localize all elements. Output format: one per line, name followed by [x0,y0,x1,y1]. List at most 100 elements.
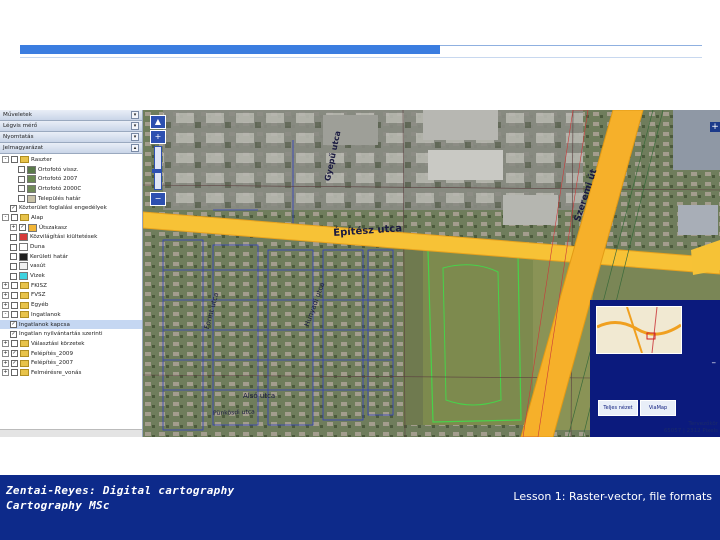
overview-toggle-button[interactable]: – [712,358,717,368]
layer-visibility-checkbox[interactable]: ✓ [10,204,17,212]
corner-expand-button[interactable]: + [710,122,720,132]
pan-up-button[interactable]: ▲ [150,115,166,129]
layer-tree-item[interactable]: vasút [0,262,142,272]
layer-tree-item[interactable]: - Ingatlanok [0,310,142,320]
collapse-icon[interactable]: ▾ [131,111,139,119]
layer-visibility-checkbox[interactable] [18,175,25,183]
layer-visibility-checkbox[interactable] [11,156,18,164]
layer-visibility-checkbox[interactable] [11,311,18,319]
tree-expander-icon[interactable]: + [2,340,9,348]
layer-tree-item[interactable]: ✓ Ingatlan nyilvántartás szerinti [0,329,142,339]
tree-expander-icon[interactable]: - [2,311,9,319]
title-divider-line-2 [20,57,702,58]
layer-visibility-checkbox[interactable] [11,369,18,377]
folder-icon [20,291,29,299]
overview-full-view-button[interactable]: Teljes nézet [598,400,638,416]
layer-tree-item[interactable]: Duna [0,242,142,252]
layer-visibility-checkbox[interactable] [18,195,25,203]
panel-section-header[interactable]: Műveletek ▾ [0,110,142,121]
layer-visibility-checkbox[interactable] [11,291,18,299]
tree-expander-icon[interactable]: - [2,156,9,164]
gis-app-window: Műveletek ▾ Légvis mérő ▾ Nyomtatás ▾ Jelmagya… [0,110,720,437]
layer-tree-item[interactable]: + ✓ Felépítés_2009 [0,349,142,359]
tree-expander-icon[interactable]: + [2,350,9,358]
panel-section-title: Jelmagyarázat [3,145,44,151]
layer-visibility-checkbox[interactable] [10,253,17,261]
layer-tree-item[interactable]: - Raszter [0,155,142,165]
layer-tree-item[interactable]: ✓ Közterület foglalási engedélyek [0,203,142,213]
layer-tree-item[interactable]: Ortofotó 2000C [0,184,142,194]
layer-tree-item[interactable]: - Alap [0,213,142,223]
layer-symbol-icon [27,165,36,174]
collapse-icon[interactable]: ▾ [131,122,139,130]
layer-visibility-checkbox[interactable]: ✓ [10,321,17,329]
layer-visibility-checkbox[interactable]: ✓ [19,224,26,232]
layer-symbol-icon [27,194,36,203]
layer-symbol-icon [19,272,28,281]
zoom-out-button[interactable]: − [150,192,166,206]
collapse-icon[interactable]: ▴ [131,144,139,152]
layer-symbol-icon [19,262,28,271]
layer-visibility-checkbox[interactable] [11,282,18,290]
layer-visibility-checkbox[interactable] [18,185,25,193]
overview-mini-map[interactable] [596,306,682,354]
layer-visibility-checkbox[interactable] [11,301,18,309]
layer-label: Alap [31,214,44,221]
folder-icon [20,369,29,377]
zoom-slider-thumb[interactable] [152,169,162,173]
layer-visibility-checkbox[interactable] [11,214,18,222]
layer-label: Ingatlanok kapcsa [19,321,70,328]
collapse-icon[interactable]: ▾ [131,133,139,141]
layer-tree-item[interactable]: + Felmérésre_vonás [0,368,142,378]
map-view[interactable]: Építész utca Gyepű utca Szeremi út Forin… [143,110,720,437]
folder-icon [20,214,29,222]
layer-tree-item[interactable]: Ortofotó 2007 [0,174,142,184]
panel-section-header[interactable]: Légvis mérő ▾ [0,121,142,132]
tree-expander-icon[interactable]: + [2,282,9,290]
tree-expander-icon[interactable]: + [2,369,9,377]
layer-symbol-icon [27,184,36,193]
layer-visibility-checkbox[interactable]: ✓ [10,330,17,338]
layer-tree-item[interactable]: + ✓ Útszakasz [0,223,142,233]
layer-tree-item[interactable]: Kerületi határ [0,252,142,262]
layer-visibility-checkbox[interactable] [18,166,25,174]
panel-section-title: Légvis mérő [3,123,38,129]
viamap-logo-button[interactable]: ViaMap [640,400,676,416]
tree-expander-icon[interactable]: + [2,291,9,299]
layer-visibility-checkbox[interactable] [10,233,17,241]
layer-tree-item[interactable]: Vizek [0,271,142,281]
layer-tree-item[interactable]: + Választási körzetek [0,339,142,349]
layer-label: Vizek [30,273,45,280]
layer-tree-item[interactable]: + Egyéb [0,300,142,310]
layer-label: Útszakasz [39,224,67,231]
layer-tree-item[interactable]: + ✓ Felépítés_2007 [0,358,142,368]
tree-expander-icon[interactable]: + [2,359,9,367]
panel-section-title: Nyomtatás [3,134,34,140]
layer-visibility-checkbox[interactable] [11,340,18,348]
layer-tree-item[interactable]: ✓ Ingatlanok kapcsa [0,319,142,330]
layer-visibility-checkbox[interactable]: ✓ [11,350,18,358]
folder-icon [20,359,29,367]
panel-horizontal-scrollbar[interactable] [0,429,142,437]
layer-visibility-checkbox[interactable]: ✓ [11,359,18,367]
layer-tree-item[interactable]: Közvilágítási kiültetések [0,233,142,243]
layer-tree-item[interactable]: Ortofotó vissz. [0,165,142,175]
tree-expander-icon[interactable]: - [2,214,9,222]
layer-tree-item[interactable]: + FKISZ [0,281,142,291]
layer-visibility-checkbox[interactable] [10,272,17,280]
layer-symbol-icon [27,175,36,184]
tree-expander-icon[interactable]: + [2,301,9,309]
panel-section-header[interactable]: Jelmagyarázat ▴ [0,143,142,154]
zoom-in-button[interactable]: + [150,130,166,144]
layer-visibility-checkbox[interactable] [10,243,17,251]
title-accent-bar [20,45,440,54]
tree-expander-icon[interactable]: + [10,224,17,232]
zoom-slider[interactable] [152,146,162,190]
layer-tree-item[interactable]: + FVSZ [0,291,142,301]
layer-tree-item[interactable]: Település határ [0,194,142,204]
layer-visibility-checkbox[interactable] [10,262,17,270]
folder-icon [20,311,29,319]
street-label-also: Alsó utca [243,392,276,400]
panel-section-header[interactable]: Nyomtatás ▾ [0,132,142,143]
title-divider-line [440,45,702,46]
